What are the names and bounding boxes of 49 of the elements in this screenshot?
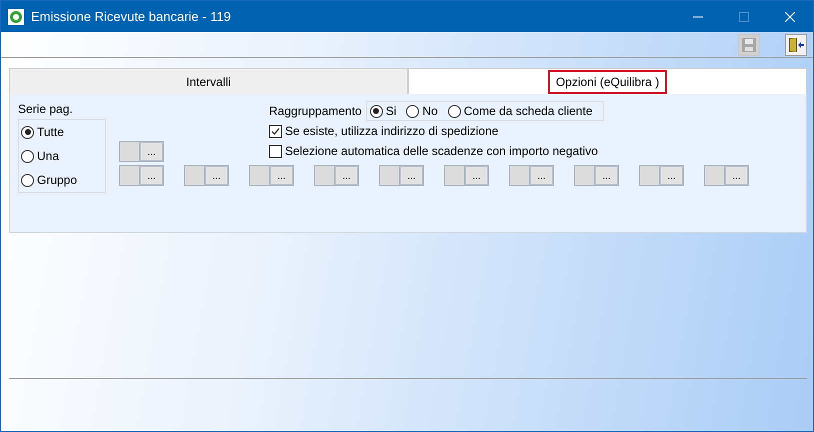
radio-button[interactable] (370, 104, 383, 118)
radio-button[interactable] (21, 150, 34, 162)
radio-button[interactable] (406, 104, 420, 118)
tab[interactable]: Intervalli (9, 68, 408, 94)
grouping-label: Raggruppamento (269, 104, 362, 118)
checkbox-label: Se esiste, utilizza indirizzo di spedizione (285, 124, 498, 138)
lookup-field[interactable]: ... (704, 165, 749, 186)
lookup-field[interactable]: ... (119, 165, 164, 186)
lookup-field[interactable]: ... (509, 165, 554, 186)
radio-button[interactable] (21, 126, 34, 138)
browse-button[interactable]: ... (400, 166, 423, 185)
browse-button[interactable]: ... (530, 166, 553, 185)
checkmark-icon (271, 126, 280, 136)
close-icon (785, 12, 795, 22)
radio-button[interactable] (21, 174, 34, 186)
browse-button[interactable]: ... (270, 166, 293, 185)
browse-button[interactable]: ... (335, 166, 358, 185)
browse-button[interactable]: ... (595, 166, 618, 185)
radio-option[interactable]: Come da scheda cliente (448, 104, 592, 118)
radio-button[interactable] (448, 104, 461, 118)
tab[interactable]: Opzioni (eQuilibra ) (408, 68, 807, 94)
lookup-field[interactable]: ... (119, 141, 164, 162)
checkbox[interactable] (269, 144, 282, 158)
radio-option[interactable]: No (406, 104, 438, 118)
radio-option[interactable]: Una (21, 149, 105, 163)
window-title: Emissione Ricevute bancarie - 119 (31, 9, 232, 24)
radio-option[interactable]: Gruppo (21, 173, 105, 187)
radio-option[interactable]: Si (370, 104, 396, 118)
lookup-field[interactable]: ... (639, 165, 684, 186)
lookup-field[interactable]: ... (574, 165, 619, 186)
checkbox[interactable] (269, 124, 282, 138)
browse-button[interactable]: ... (465, 166, 488, 185)
lookup-field[interactable]: ... (379, 165, 424, 186)
browse-button[interactable]: ... (205, 166, 228, 185)
lookup-field[interactable]: ... (184, 165, 229, 186)
lookup-field[interactable]: ... (444, 165, 489, 186)
browse-button[interactable]: ... (660, 166, 683, 185)
maximize-icon (739, 12, 749, 22)
browse-button[interactable]: ... (725, 166, 748, 185)
serie-label: Serie pag. (18, 102, 74, 116)
door-exit-icon (788, 36, 804, 52)
lookup-field[interactable]: ... (314, 165, 359, 186)
browse-button[interactable]: ... (140, 166, 163, 185)
app-logo-icon (8, 8, 24, 24)
browse-button[interactable]: ... (140, 142, 163, 161)
radio-option[interactable]: Tutte (21, 125, 105, 139)
exit-button[interactable] (785, 34, 807, 56)
checkbox-label: Selezione automatica delle scadenze con importo negativo (285, 144, 598, 158)
lookup-field[interactable]: ... (249, 165, 294, 186)
